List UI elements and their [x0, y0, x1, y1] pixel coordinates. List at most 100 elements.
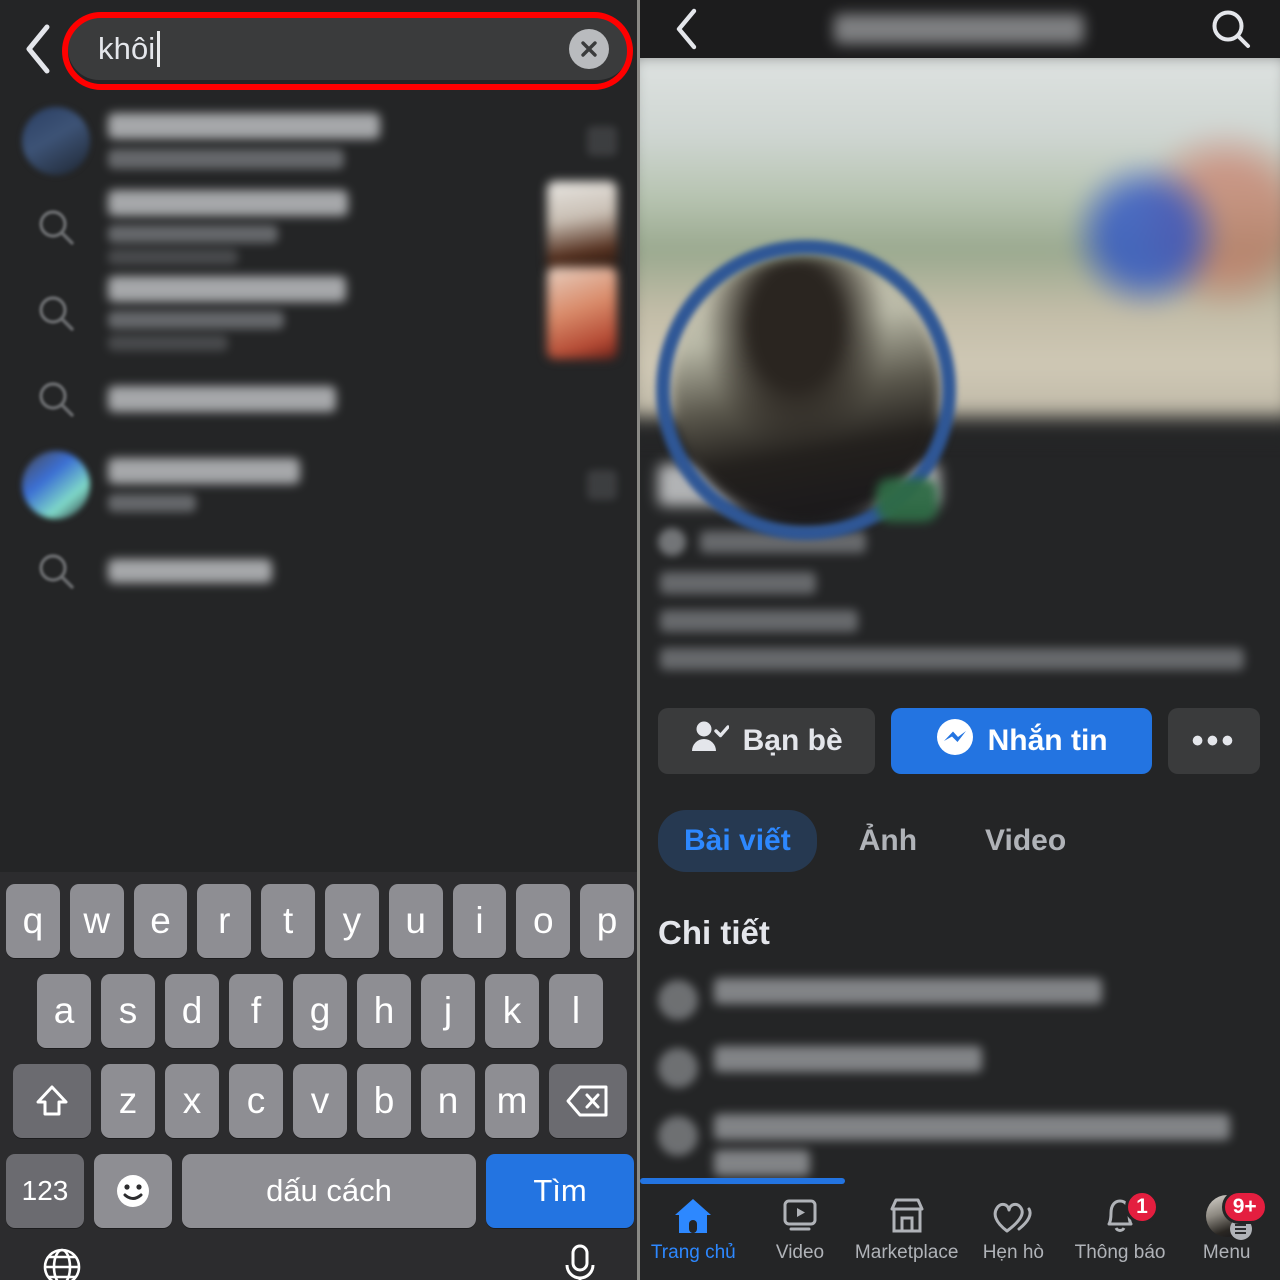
result-text — [108, 113, 587, 169]
key-r[interactable]: r — [197, 884, 252, 958]
detail-row[interactable] — [640, 1088, 1280, 1176]
key-v[interactable]: v — [293, 1064, 347, 1138]
key-q[interactable]: q — [6, 884, 60, 958]
space-key[interactable]: dấu cách — [182, 1154, 476, 1228]
nav-trang-chu[interactable]: Trang chủ — [640, 1194, 747, 1264]
result-text — [108, 559, 617, 583]
list-item[interactable] — [0, 98, 637, 184]
key-j[interactable]: j — [421, 974, 475, 1048]
key-c[interactable]: c — [229, 1064, 283, 1138]
key-a[interactable]: a — [37, 974, 91, 1048]
home-icon — [672, 1194, 714, 1238]
profile-header — [640, 0, 1280, 58]
key-k[interactable]: k — [485, 974, 539, 1048]
message-button[interactable]: Nhắn tin — [891, 708, 1152, 774]
detail-row[interactable] — [640, 1020, 1280, 1088]
message-label: Nhắn tin — [987, 724, 1108, 757]
numbers-key[interactable]: 123 — [6, 1154, 84, 1228]
list-item[interactable] — [0, 528, 637, 614]
friends-label: Bạn bè — [742, 724, 843, 757]
nav-thong-bao[interactable]: 1 Thông báo — [1067, 1190, 1174, 1264]
nav-label: Video — [775, 1242, 825, 1263]
key-b[interactable]: b — [357, 1064, 411, 1138]
profile-meta-row — [658, 572, 1260, 594]
nav-marketplace[interactable]: Marketplace — [853, 1194, 960, 1264]
result-thumbnail — [547, 267, 617, 359]
details-section-title: Chi tiết — [658, 914, 770, 951]
profile-meta-row — [658, 648, 1260, 670]
clear-x-icon[interactable] — [569, 29, 609, 69]
nav-menu[interactable]: 9+ Menu — [1173, 1190, 1280, 1264]
key-u[interactable]: u — [388, 884, 443, 958]
key-i[interactable]: i — [452, 884, 507, 958]
facebook-profile-screen: Bạn bè Nhắn tin ••• Bài viết Ảnh Video C… — [640, 0, 1280, 1280]
nav-video[interactable]: Video — [747, 1194, 854, 1264]
detail-icon — [658, 980, 698, 1020]
nav-label: Hẹn hò — [982, 1242, 1044, 1263]
key-e[interactable]: e — [133, 884, 188, 958]
key-p[interactable]: p — [580, 884, 634, 958]
result-avatar — [22, 107, 90, 175]
key-g[interactable]: g — [293, 974, 347, 1048]
list-item[interactable] — [0, 356, 637, 442]
emoji-smiley-icon[interactable] — [94, 1154, 172, 1228]
back-chevron-icon[interactable] — [14, 21, 62, 77]
key-s[interactable]: s — [101, 974, 155, 1048]
key-d[interactable]: d — [165, 974, 219, 1048]
key-n[interactable]: n — [421, 1064, 475, 1138]
list-item[interactable] — [0, 442, 637, 528]
detail-icon — [658, 1048, 698, 1088]
result-thumbnail — [547, 181, 617, 273]
keyboard-row-3: z x c v b n m — [0, 1064, 637, 1138]
key-h[interactable]: h — [357, 974, 411, 1048]
backspace-icon[interactable] — [549, 1064, 627, 1138]
key-x[interactable]: x — [165, 1064, 219, 1138]
avatar[interactable] — [656, 240, 956, 540]
profile-meta-row — [658, 610, 1260, 632]
result-trailing-icon — [587, 126, 617, 156]
back-chevron-icon[interactable] — [664, 7, 710, 51]
menu-badge: 9+ — [1221, 1190, 1268, 1224]
result-avatar — [22, 451, 90, 519]
nav-label: Marketplace — [854, 1242, 959, 1263]
search-go-key[interactable]: Tìm — [486, 1154, 634, 1228]
tab-video[interactable]: Video — [959, 810, 1092, 872]
microphone-icon[interactable] — [560, 1243, 600, 1280]
globe-language-icon[interactable] — [40, 1245, 84, 1280]
more-options-button[interactable]: ••• — [1168, 708, 1260, 774]
search-icon — [22, 193, 90, 261]
key-y[interactable]: y — [325, 884, 379, 958]
friends-button[interactable]: Bạn bè — [658, 708, 876, 774]
tab-bai-viet[interactable]: Bài viết — [658, 810, 817, 872]
search-magnifier-icon[interactable] — [1208, 7, 1254, 51]
tab-anh[interactable]: Ảnh — [833, 810, 943, 872]
user-check-icon — [691, 720, 730, 762]
key-m[interactable]: m — [485, 1064, 539, 1138]
detail-row[interactable] — [640, 952, 1280, 1020]
list-item[interactable] — [0, 267, 637, 359]
bell-icon: 1 — [1099, 1190, 1160, 1238]
nav-hen-ho[interactable]: Hẹn hò — [960, 1194, 1067, 1264]
key-w[interactable]: w — [69, 884, 124, 958]
key-t[interactable]: t — [261, 884, 315, 958]
keyboard-bottom-row — [0, 1228, 637, 1280]
key-l[interactable]: l — [549, 974, 603, 1048]
search-icon — [22, 537, 90, 605]
key-o[interactable]: o — [516, 884, 571, 958]
keyboard-row-4: 123 dấu cách Tìm — [0, 1154, 637, 1228]
screenshot-root: khôi q w e r t y u i o p a s d f g h j k… — [0, 0, 1280, 1280]
result-text — [108, 386, 617, 412]
search-icon — [22, 365, 90, 433]
on-screen-keyboard: q w e r t y u i o p a s d f g h j k l z … — [0, 872, 637, 1280]
marketplace-store-icon — [886, 1194, 928, 1238]
search-input-value: khôi — [98, 31, 156, 66]
shift-arrow-icon[interactable] — [13, 1064, 91, 1138]
key-z[interactable]: z — [101, 1064, 155, 1138]
key-f[interactable]: f — [229, 974, 283, 1048]
list-item[interactable] — [0, 181, 637, 273]
menu-avatar-icon: 9+ — [1205, 1190, 1268, 1240]
search-bar: khôi — [0, 0, 637, 98]
profile-tabs: Bài viết Ảnh Video — [640, 774, 1280, 872]
search-input[interactable]: khôi — [68, 18, 629, 80]
search-icon — [22, 279, 90, 347]
